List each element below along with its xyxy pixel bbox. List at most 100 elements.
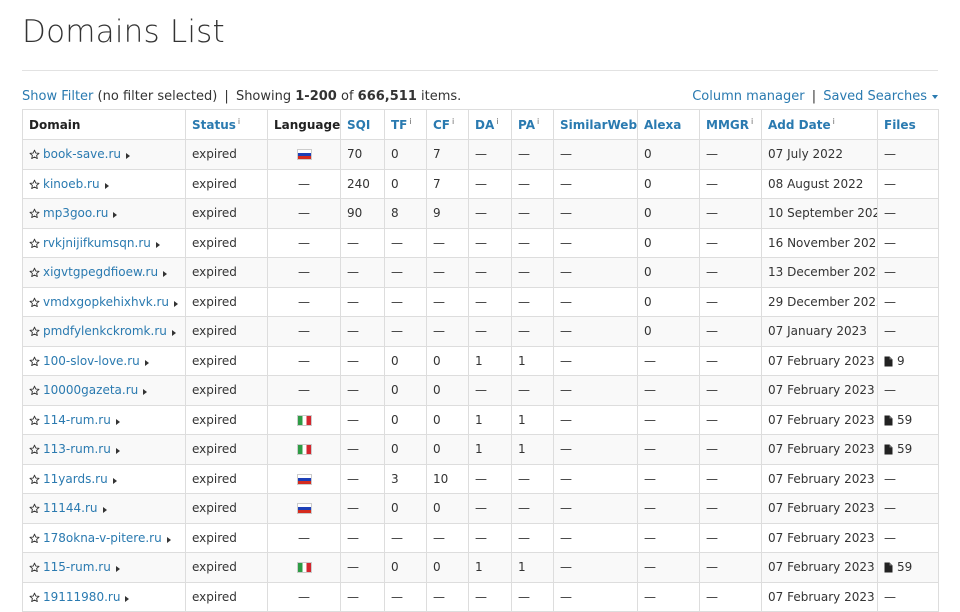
caret-right-icon[interactable] <box>174 300 179 307</box>
column-manager-link[interactable]: Column manager <box>692 89 804 104</box>
info-icon[interactable]: i <box>537 117 539 126</box>
domain-link[interactable]: xigvtgpegdfioew.ru <box>43 265 158 279</box>
cell-value: — <box>560 442 572 457</box>
star-outline-icon[interactable] <box>29 385 40 396</box>
cell-add_date: 29 December 2022 <box>761 286 878 317</box>
star-outline-icon[interactable] <box>29 238 40 249</box>
cell-value: 0 <box>644 206 652 221</box>
cell-value: — <box>706 560 718 575</box>
cell-value: 0 <box>644 147 652 162</box>
star-outline-icon[interactable] <box>29 297 40 308</box>
caret-right-icon[interactable] <box>125 595 130 602</box>
info-icon[interactable]: i <box>238 117 240 126</box>
column-header-mmgr[interactable]: MMGR i <box>699 109 762 140</box>
column-header-cf[interactable]: CF i <box>426 109 469 140</box>
domain-link[interactable]: pmdfylenkckromk.ru <box>43 324 167 338</box>
star-outline-icon[interactable] <box>29 149 40 160</box>
cell-domain: 10000gazeta.ru <box>22 375 186 406</box>
files-count: 59 <box>897 412 913 427</box>
cell-value: — <box>706 353 718 368</box>
domain-link[interactable]: book-save.ru <box>43 147 121 161</box>
table-row: 178okna-v-pitere.ru expired — — — — — — — — — 07 Fe… <box>22 522 939 553</box>
star-outline-icon[interactable] <box>29 208 40 219</box>
star-outline-icon[interactable] <box>29 503 40 514</box>
column-header-sqi[interactable]: SQI <box>340 109 385 140</box>
column-header-tf[interactable]: TF i <box>384 109 427 140</box>
domain-link[interactable]: 11144.ru <box>43 501 98 515</box>
cell-domain: 19111980.ru <box>22 581 186 612</box>
column-header-similarweb[interactable]: SimilarWeb <box>553 109 638 140</box>
star-outline-icon[interactable] <box>29 267 40 278</box>
cell-mmgr: — <box>699 463 762 494</box>
cell-files: — <box>877 463 939 494</box>
table-row: kinoeb.ru expired — 240 0 7 — — — 0 — 08 August 202… <box>22 168 939 199</box>
column-header-files[interactable]: Files <box>877 109 939 140</box>
domain-link[interactable]: 10000gazeta.ru <box>43 383 138 397</box>
caret-right-icon[interactable] <box>113 212 118 219</box>
star-outline-icon[interactable] <box>29 326 40 337</box>
domain-link[interactable]: 115-rum.ru <box>43 560 111 574</box>
caret-right-icon[interactable] <box>143 389 148 396</box>
caret-right-icon[interactable] <box>104 182 109 189</box>
star-outline-icon[interactable] <box>29 444 40 455</box>
caret-right-icon[interactable] <box>115 448 120 455</box>
info-icon[interactable]: i <box>751 117 753 126</box>
cell-sqi: — <box>340 493 385 524</box>
domain-link[interactable]: 11yards.ru <box>43 472 108 486</box>
cell-sqi: 90 <box>340 198 385 229</box>
cell-files[interactable]: 9 <box>877 345 939 376</box>
cell-files: — <box>877 286 939 317</box>
star-outline-icon[interactable] <box>29 356 40 367</box>
cell-value: — <box>347 560 359 575</box>
star-outline-icon[interactable] <box>29 415 40 426</box>
domain-link[interactable]: 19111980.ru <box>43 590 120 604</box>
cell-sqi: — <box>340 463 385 494</box>
show-filter-link[interactable]: Show Filter <box>22 89 93 104</box>
caret-right-icon[interactable] <box>144 359 149 366</box>
caret-right-icon[interactable] <box>112 477 117 484</box>
domain-link[interactable]: rvkjnijifkumsqn.ru <box>43 236 151 250</box>
cell-mmgr: — <box>699 345 762 376</box>
cell-value: — <box>706 442 718 457</box>
cell-tf: — <box>384 316 427 347</box>
cell-files[interactable]: 59 <box>877 404 939 435</box>
domain-link[interactable]: mp3goo.ru <box>43 206 108 220</box>
star-outline-icon[interactable] <box>29 533 40 544</box>
info-icon[interactable]: i <box>833 117 835 126</box>
info-icon[interactable]: i <box>496 117 498 126</box>
domain-link[interactable]: 114-rum.ru <box>43 413 111 427</box>
cell-files[interactable]: 59 <box>877 434 939 465</box>
saved-searches-dropdown[interactable]: Saved Searches <box>823 89 938 104</box>
column-header-add_date[interactable]: Add Date i <box>761 109 878 140</box>
cell-add_date: 07 July 2022 <box>761 139 878 170</box>
cell-value: expired <box>192 383 237 398</box>
caret-right-icon[interactable] <box>171 330 176 337</box>
domain-link[interactable]: 100-slov-love.ru <box>43 354 140 368</box>
domain-link[interactable]: 113-rum.ru <box>43 442 111 456</box>
caret-right-icon[interactable] <box>115 418 120 425</box>
star-outline-icon[interactable] <box>29 474 40 485</box>
cell-value: — <box>644 589 656 604</box>
cell-files[interactable]: 59 <box>877 552 939 583</box>
caret-right-icon[interactable] <box>102 507 107 514</box>
column-header-alexa[interactable]: Alexa <box>637 109 700 140</box>
info-icon[interactable]: i <box>452 117 454 126</box>
column-header-pa[interactable]: PA i <box>511 109 554 140</box>
cell-value: — <box>884 294 896 309</box>
column-header-status[interactable]: Status i <box>185 109 268 140</box>
caret-right-icon[interactable] <box>155 241 160 248</box>
star-outline-icon[interactable] <box>29 562 40 573</box>
star-outline-icon[interactable] <box>29 592 40 603</box>
cell-value: 10 <box>433 471 449 486</box>
caret-right-icon[interactable] <box>166 536 171 543</box>
domain-link[interactable]: kinoeb.ru <box>43 177 100 191</box>
caret-right-icon[interactable] <box>126 153 131 160</box>
domain-link[interactable]: vmdxgopkehixhvk.ru <box>43 295 169 309</box>
column-header-da[interactable]: DA i <box>468 109 512 140</box>
star-outline-icon[interactable] <box>29 179 40 190</box>
info-icon[interactable]: i <box>409 117 411 126</box>
caret-right-icon[interactable] <box>163 271 168 278</box>
domain-link[interactable]: 178okna-v-pitere.ru <box>43 531 162 545</box>
caret-right-icon[interactable] <box>115 566 120 573</box>
cell-value: — <box>475 294 487 309</box>
